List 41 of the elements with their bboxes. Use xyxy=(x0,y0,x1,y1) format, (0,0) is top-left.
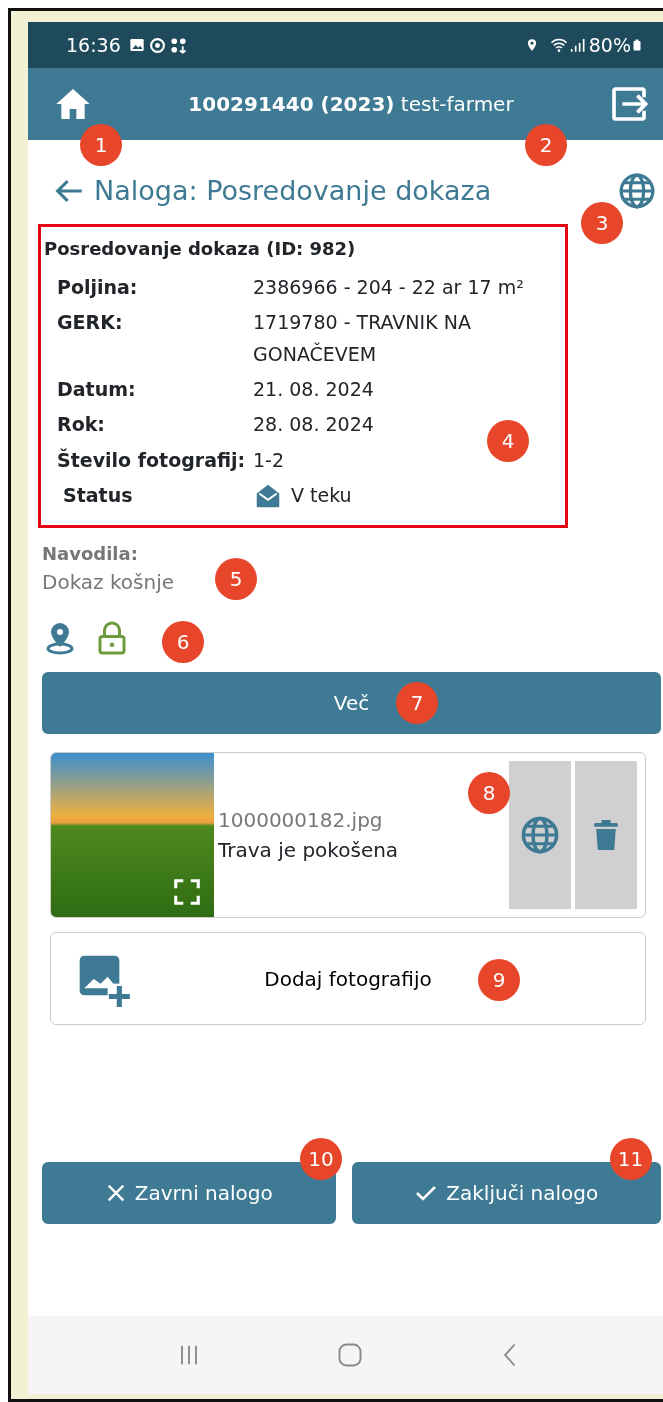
detail-label: Poljina: xyxy=(57,275,139,300)
fullscreen-icon xyxy=(172,877,202,908)
status-time: 16:36 xyxy=(66,32,121,58)
detail-value: 21. 08. 2024 xyxy=(253,377,375,403)
annotation-marker: 2 xyxy=(525,124,567,166)
dots-icon xyxy=(169,36,187,54)
annotation-marker: 4 xyxy=(487,420,529,462)
logout-button[interactable] xyxy=(609,84,649,124)
page-title: Naloga: Posredovanje dokaza xyxy=(94,174,493,208)
instructions-text: Dokaz košnje xyxy=(42,569,175,597)
sync-icon xyxy=(148,36,166,54)
detail-label: Rok: xyxy=(57,412,106,438)
signal-icon xyxy=(568,37,585,53)
logout-icon xyxy=(609,84,649,124)
annotation-marker: 1 xyxy=(80,124,122,166)
globe-button[interactable] xyxy=(509,761,571,910)
image-icon xyxy=(128,37,145,53)
details-heading: Posredovanje dokaza (ID: 982) xyxy=(44,237,357,261)
detail-label: GERK: xyxy=(57,310,124,336)
annotation-marker: 3 xyxy=(581,202,623,244)
wifi-icon xyxy=(548,36,569,54)
globe-icon xyxy=(617,171,657,211)
annotation-marker: 11 xyxy=(609,1138,652,1181)
annotation-marker: 5 xyxy=(215,558,257,601)
detail-label: Status xyxy=(62,483,134,509)
instructions-label: Navodila: xyxy=(42,542,138,567)
globe-button[interactable] xyxy=(617,171,657,211)
annotation-marker: 8 xyxy=(468,772,510,815)
status-value: V teku xyxy=(291,483,352,509)
detail-value: 2386966 - 204 - 22 ar 17 m² xyxy=(253,275,525,300)
detail-value: 1-2 xyxy=(253,447,286,473)
photo-caption: Trava je pokošena xyxy=(218,837,400,865)
delete-button[interactable] xyxy=(575,761,637,910)
annotation-marker: 6 xyxy=(162,621,204,664)
detail-value: 1719780 - TRAVNIK NA GONAČEVEM xyxy=(253,310,472,367)
app-title: 100291440 (2023) test-farmer xyxy=(187,91,515,118)
annotation-marker: 10 xyxy=(300,1138,342,1181)
detail-label: Število fotografij: xyxy=(57,447,247,473)
battery-level: 80% xyxy=(588,32,631,58)
detail-label: Datum: xyxy=(57,377,137,403)
photo-filename: 1000000182.jpg xyxy=(218,807,384,835)
